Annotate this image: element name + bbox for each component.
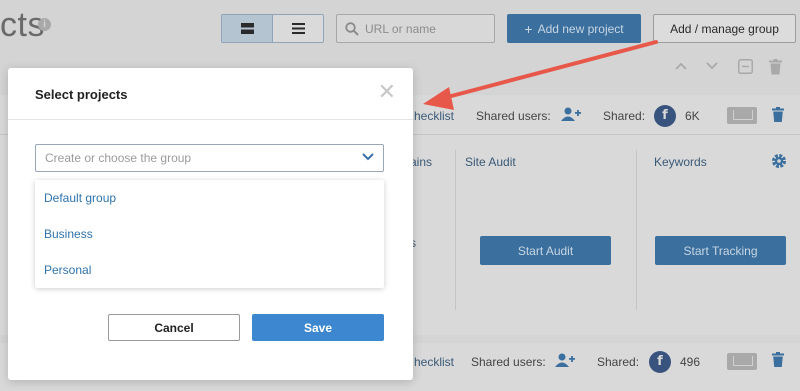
search-icon <box>345 21 359 36</box>
dropdown-option-default-group[interactable]: Default group <box>44 191 116 205</box>
add-manage-group-button[interactable]: Add / manage group <box>653 14 796 43</box>
mail-icon[interactable] <box>727 107 757 124</box>
start-audit-button[interactable]: Start Audit <box>480 236 611 265</box>
shared-count: 496 <box>680 355 701 369</box>
shared-users-label: Shared users: <box>476 109 551 123</box>
grid-view-button[interactable] <box>222 15 273 42</box>
shared-count: 6K <box>685 109 700 123</box>
list-view-icon <box>291 23 305 34</box>
facebook-icon: f <box>654 105 676 127</box>
modal-title: Select projects <box>35 87 128 102</box>
gear-icon[interactable] <box>770 152 788 170</box>
column-divider <box>455 150 456 310</box>
checklist-link[interactable]: hecklist <box>414 109 454 123</box>
column-title-domains: ains <box>410 155 433 169</box>
trash-icon[interactable] <box>772 107 784 122</box>
collapse-icon[interactable] <box>738 59 753 74</box>
search-input[interactable] <box>365 21 485 36</box>
cancel-button[interactable]: Cancel <box>108 314 240 341</box>
grid-view-icon <box>240 23 254 34</box>
chevron-up-icon[interactable] <box>675 62 687 70</box>
shared-users-label: Shared users: <box>471 355 546 369</box>
add-manage-group-label: Add / manage group <box>670 21 779 36</box>
select-projects-modal: Select projects ✕ Create or choose the g… <box>8 68 413 380</box>
add-new-project-label: Add new project <box>537 21 624 36</box>
dropdown-option-personal[interactable]: Personal <box>44 263 91 277</box>
add-new-project-button[interactable]: + Add new project <box>507 14 641 43</box>
plus-icon: + <box>524 20 533 37</box>
view-toggle <box>221 14 324 43</box>
chevron-down-icon[interactable] <box>706 62 718 70</box>
search-box <box>336 14 495 43</box>
group-select-placeholder: Create or choose the group <box>45 151 192 165</box>
info-icon[interactable]: i <box>38 18 51 31</box>
trash-all-icon[interactable] <box>769 59 782 75</box>
column-title-site-audit: Site Audit <box>465 155 516 169</box>
mail-icon[interactable] <box>727 353 757 370</box>
save-button[interactable]: Save <box>252 314 384 341</box>
list-view-button[interactable] <box>273 15 323 42</box>
dropdown-chevron-icon <box>362 153 374 161</box>
shared-label: Shared: <box>603 109 646 123</box>
checklist-link[interactable]: hecklist <box>414 355 454 369</box>
dropdown-option-business[interactable]: Business <box>44 227 93 241</box>
shared-label: Shared: <box>597 355 640 369</box>
add-user-icon[interactable] <box>561 107 581 122</box>
column-divider <box>636 150 637 310</box>
facebook-icon: f <box>649 351 671 373</box>
group-dropdown-menu: Default group Business Personal <box>35 180 384 288</box>
group-select[interactable]: Create or choose the group <box>35 144 384 172</box>
close-icon[interactable]: ✕ <box>378 82 396 104</box>
start-tracking-button[interactable]: Start Tracking <box>655 236 786 265</box>
trash-icon[interactable] <box>772 352 784 367</box>
modal-divider <box>8 119 413 120</box>
column-title-keywords: Keywords <box>654 155 707 169</box>
add-user-icon[interactable] <box>555 353 575 368</box>
